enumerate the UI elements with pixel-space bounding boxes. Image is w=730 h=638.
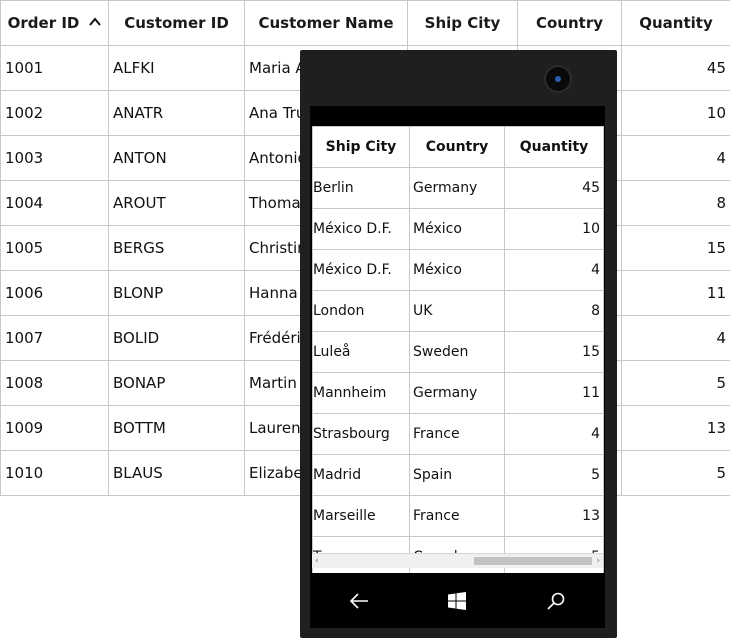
phone-grid-row[interactable]: Madrid Spain 5 — [312, 454, 604, 496]
phone-grid-row[interactable]: Marseille France 13 — [312, 495, 604, 537]
phone-grid-cell[interactable]: 10 — [504, 208, 604, 250]
phone-grid-cell[interactable]: 45 — [504, 167, 604, 209]
phone-grid-row[interactable]: Strasbourg France 4 — [312, 413, 604, 455]
column-header-quantity[interactable]: Quantity — [621, 0, 730, 46]
phone-grid-cell[interactable]: 11 — [504, 372, 604, 414]
grid-cell[interactable]: 1008 — [0, 360, 109, 406]
search-icon[interactable] — [536, 581, 576, 621]
grid-cell[interactable]: 13 — [621, 405, 730, 451]
grid-cell[interactable]: ALFKI — [108, 45, 245, 91]
phone-grid-row[interactable]: Luleå Sweden 15 — [312, 331, 604, 373]
grid-cell[interactable]: BERGS — [108, 225, 245, 271]
phone-grid-cell[interactable]: UK — [409, 290, 505, 332]
phone-grid-row[interactable]: México D.F. México 10 — [312, 208, 604, 250]
phone-grid-row[interactable]: México D.F. México 4 — [312, 249, 604, 291]
grid-cell[interactable]: 4 — [621, 135, 730, 181]
phone-column-header-quantity[interactable]: Quantity — [504, 126, 604, 168]
phone-grid-cell[interactable]: 13 — [504, 495, 604, 537]
grid-cell[interactable]: 1001 — [0, 45, 109, 91]
phone-grid-cell[interactable]: Marseille — [312, 495, 410, 537]
phone-nav-bar — [310, 573, 605, 628]
sort-ascending-icon — [89, 15, 102, 30]
phone-grid-cell[interactable]: Berlin — [312, 167, 410, 209]
scroll-left-icon[interactable]: ‹ — [315, 554, 319, 568]
column-header-ship-city[interactable]: Ship City — [407, 0, 518, 46]
phone-grid-cell[interactable]: México D.F. — [312, 249, 410, 291]
grid-cell[interactable]: ANATR — [108, 90, 245, 136]
column-header-order-id[interactable]: Order ID — [0, 0, 109, 46]
grid-cell[interactable]: 8 — [621, 180, 730, 226]
phone-grid-cell[interactable]: 15 — [504, 331, 604, 373]
scroll-right-icon[interactable]: › — [596, 554, 600, 568]
grid-cell[interactable]: 1010 — [0, 450, 109, 496]
phone-grid-cell[interactable]: France — [409, 495, 505, 537]
grid-cell[interactable]: AROUT — [108, 180, 245, 226]
phone-grid-cell[interactable]: Germany — [409, 372, 505, 414]
phone-grid-header-row: Ship City Country Quantity — [312, 126, 604, 168]
phone-grid-cell[interactable]: Mannheim — [312, 372, 410, 414]
phone-grid-cell[interactable]: 8 — [504, 290, 604, 332]
phone-screen: Ship City Country Quantity Berlin Germany… — [310, 106, 605, 628]
status-bar — [310, 106, 605, 126]
horizontal-scrollbar[interactable]: ‹ › — [312, 553, 603, 568]
grid-cell[interactable]: 5 — [621, 360, 730, 406]
grid-cell[interactable]: 45 — [621, 45, 730, 91]
phone-app-area: Ship City Country Quantity Berlin Germany… — [312, 126, 604, 578]
phone-grid-cell[interactable]: México — [409, 249, 505, 291]
column-header-country[interactable]: Country — [517, 0, 622, 46]
windows-start-icon[interactable] — [437, 581, 477, 621]
grid-cell[interactable]: 1002 — [0, 90, 109, 136]
phone-emulator: Ship City Country Quantity Berlin Germany… — [300, 50, 617, 638]
grid-cell[interactable]: 1003 — [0, 135, 109, 181]
phone-grid-cell[interactable]: 5 — [504, 454, 604, 496]
grid-cell[interactable]: BLAUS — [108, 450, 245, 496]
grid-cell[interactable]: 1009 — [0, 405, 109, 451]
phone-grid-row[interactable]: Mannheim Germany 11 — [312, 372, 604, 414]
grid-cell[interactable]: BONAP — [108, 360, 245, 406]
grid-cell[interactable]: 4 — [621, 315, 730, 361]
column-header-customer-id[interactable]: Customer ID — [108, 0, 245, 46]
grid-cell[interactable]: 1007 — [0, 315, 109, 361]
phone-data-grid: Ship City Country Quantity Berlin Germany… — [312, 126, 604, 578]
grid-header-row: Order ID Customer ID Customer Name Ship … — [0, 0, 730, 46]
back-arrow-icon[interactable] — [339, 581, 379, 621]
grid-cell[interactable]: 11 — [621, 270, 730, 316]
phone-grid-cell[interactable]: London — [312, 290, 410, 332]
phone-grid-cell[interactable]: Luleå — [312, 331, 410, 373]
phone-column-header-country[interactable]: Country — [409, 126, 505, 168]
grid-cell[interactable]: 1006 — [0, 270, 109, 316]
phone-grid-cell[interactable]: France — [409, 413, 505, 455]
phone-grid-cell[interactable]: México — [409, 208, 505, 250]
phone-grid-cell[interactable]: Strasbourg — [312, 413, 410, 455]
phone-grid-cell[interactable]: 4 — [504, 249, 604, 291]
grid-cell[interactable]: BOLID — [108, 315, 245, 361]
grid-cell[interactable]: 15 — [621, 225, 730, 271]
phone-column-header-ship-city[interactable]: Ship City — [312, 126, 410, 168]
grid-cell[interactable]: 10 — [621, 90, 730, 136]
phone-grid-cell[interactable]: México D.F. — [312, 208, 410, 250]
phone-grid-cell[interactable]: Madrid — [312, 454, 410, 496]
camera-icon — [544, 65, 572, 93]
grid-cell[interactable]: 1004 — [0, 180, 109, 226]
phone-grid-cell[interactable]: Sweden — [409, 331, 505, 373]
phone-grid-cell[interactable]: Germany — [409, 167, 505, 209]
grid-cell[interactable]: ANTON — [108, 135, 245, 181]
phone-grid-row[interactable]: London UK 8 — [312, 290, 604, 332]
phone-grid-cell[interactable]: 4 — [504, 413, 604, 455]
grid-cell[interactable]: 5 — [621, 450, 730, 496]
grid-cell[interactable]: BLONP — [108, 270, 245, 316]
phone-grid-cell[interactable]: Spain — [409, 454, 505, 496]
grid-cell[interactable]: 1005 — [0, 225, 109, 271]
phone-grid-row[interactable]: Berlin Germany 45 — [312, 167, 604, 209]
grid-cell[interactable]: BOTTM — [108, 405, 245, 451]
column-header-customer-name[interactable]: Customer Name — [244, 0, 408, 46]
scrollbar-thumb[interactable] — [474, 557, 592, 565]
